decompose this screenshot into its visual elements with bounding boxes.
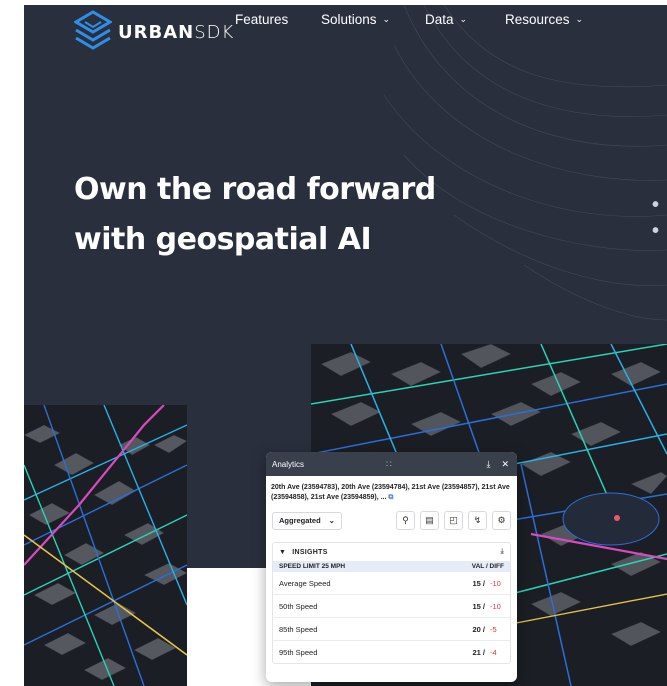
save-icon[interactable]: ▤ [420,511,439,530]
insights-section: ▼ INSIGHTS ⤓ SPEED LIMIT 25 MPH VAL / DI… [272,542,511,664]
hero-headline: Own the road forward with geospatial AI [74,165,436,265]
analytics-toolbar: Aggregated ⌄ ⚲ ▤ ◰ ↯ ⚙ [266,503,517,538]
hero-headline-line1: Own the road forward [74,172,436,207]
aggregation-value: Aggregated [279,516,321,525]
chevron-down-icon: ⌄ [382,14,391,24]
close-icon[interactable]: ✕ [501,459,509,470]
val-diff-header: VAL / DIFF [471,563,504,570]
lightning-icon[interactable]: ↯ [468,511,487,530]
download-icon[interactable]: ⤓ [501,548,504,556]
chevron-down-icon: ⌄ [575,14,584,24]
analytics-panel: Analytics ∷ ⤓ ✕ 20th Ave (23594783), 20t… [266,452,517,682]
aggregation-select[interactable]: Aggregated ⌄ [272,511,342,530]
download-icon[interactable]: ⤓ [486,459,490,470]
metric-row: 95th Speed 21 / -4 [273,641,510,663]
metric-value: 20 / [472,624,485,634]
nav-links: Features Solutions ⌄ Data ⌄ Resources ⌄ [235,12,585,27]
copy-icon[interactable]: ⧉ [388,494,393,501]
urbansdk-logo-icon [74,10,112,50]
metric-row: Average Speed 15 / -10 [273,572,510,595]
nav-data[interactable]: Data ⌄ [425,12,505,27]
metric-diff: -4 [490,647,497,657]
hero-headline-line2: with geospatial AI [74,222,372,257]
metric-diff: -10 [490,578,501,588]
speed-limit-text: SPEED LIMIT 25 MPH [279,563,346,570]
nav-features[interactable]: Features [235,12,321,27]
chevron-down-icon: ⌄ [459,14,468,24]
cropped-heading-fragment: • • [652,194,660,242]
analytics-title: Analytics [272,459,305,469]
insights-header[interactable]: ▼ INSIGHTS ⤓ [273,543,510,561]
bookmark-icon[interactable]: ◰ [444,511,463,530]
search-icon[interactable]: ⚲ [396,511,415,530]
collapse-caret-icon: ▼ [279,548,287,556]
metric-name: 95th Speed [279,647,318,657]
metric-value: 15 / [472,601,485,611]
analytics-panel-header: Analytics ∷ ⤓ ✕ [266,452,517,476]
selected-segments: 20th Ave (23594783), 20th Ave (23594784)… [266,476,517,503]
insights-label: INSIGHTS [292,548,328,556]
metric-row: 50th Speed 15 / -10 [273,595,510,618]
settings-icon[interactable]: ⚙ [492,511,511,530]
nav-resources[interactable]: Resources ⌄ [505,12,585,27]
drag-handle-icon[interactable]: ∷ [386,459,392,470]
brand-wordmark: URBANSDK [118,21,235,43]
chevron-down-icon: ⌄ [328,516,335,525]
speed-limit-row: SPEED LIMIT 25 MPH VAL / DIFF [273,561,510,572]
city-map-image-left [24,405,187,686]
top-nav: URBANSDK [74,10,234,54]
brand-logo[interactable]: URBANSDK [74,10,234,54]
nav-solutions[interactable]: Solutions ⌄ [321,12,425,27]
metric-name: 50th Speed [279,601,318,611]
map-marker-icon [614,515,620,521]
metric-diff: -5 [490,624,497,634]
metric-diff: -10 [490,601,501,611]
metric-row: 85th Speed 20 / -5 [273,618,510,641]
metric-name: Average Speed [279,578,331,588]
metric-value: 15 / [472,578,485,588]
metric-name: 85th Speed [279,624,318,634]
metric-value: 21 / [472,647,485,657]
